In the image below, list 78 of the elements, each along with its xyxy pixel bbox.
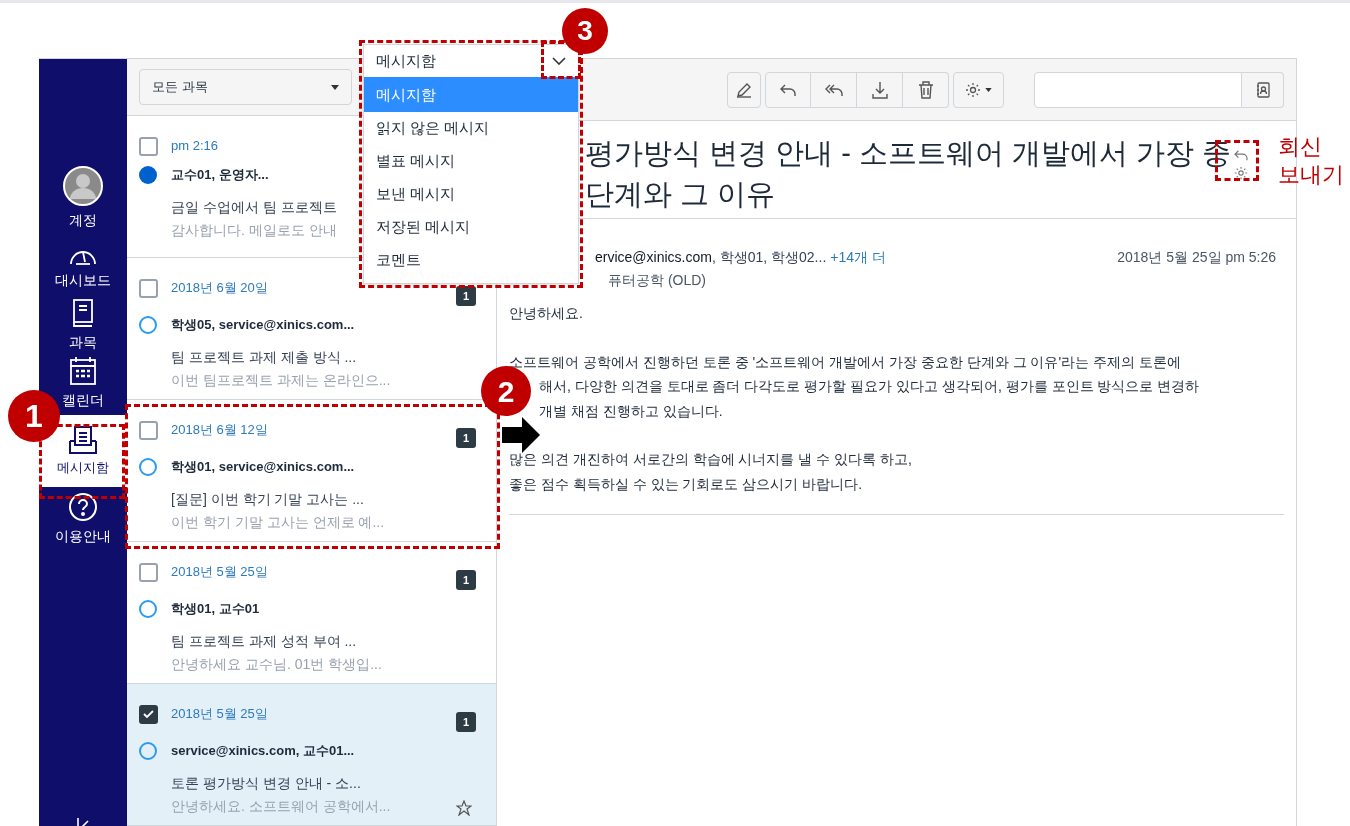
body-text-line: 좋은 점수 획득하실 수 있는 기회로도 삼으시기 바랍니다.	[509, 474, 864, 494]
conversation-subject: 팀 프로젝트 과제 성적 부여 ...	[171, 632, 357, 651]
reply-all-button[interactable]	[811, 71, 858, 108]
right-arrow-icon	[502, 417, 540, 453]
body-text-line: 많은 의견 개진하여 서로간의 학습에 시너지를 낼 수 있다록 하고,	[509, 450, 913, 469]
avatar-icon	[63, 165, 103, 206]
course-name: 퓨터공학 (OLD)	[608, 271, 707, 290]
caret-down-icon	[331, 84, 339, 90]
count-badge: 1	[456, 570, 476, 590]
checkbox[interactable]	[139, 137, 158, 156]
conversation-subject: 팀 프로젝트 과제 제출 방식 ...	[171, 348, 357, 367]
reply-icon	[1233, 149, 1250, 161]
calendar-icon	[69, 355, 97, 386]
conversation-subject: 토론 평가방식 변경 안내 - 소...	[171, 774, 361, 793]
message-subject: 단계와 그 이유	[585, 177, 777, 212]
reply-all-icon	[823, 82, 844, 97]
conversation-date: 2018년 5월 25일	[171, 705, 269, 723]
body-text-line: 개별 채점 진행하고 있습니다.	[538, 401, 724, 421]
step-marker: 3	[562, 8, 608, 54]
conversation-date: 2018년 6월 20일	[171, 279, 269, 297]
book-icon	[71, 297, 95, 328]
star-icon[interactable]	[456, 800, 472, 816]
sender-names: 학생05, service@xinics.com...	[171, 316, 356, 334]
conversation-date: 2018년 5월 25일	[171, 563, 269, 581]
sender-names: service@xinics.com, 교수01...	[171, 742, 356, 760]
checkbox[interactable]	[139, 421, 158, 440]
search-field[interactable]	[1034, 71, 1242, 108]
address-book-button[interactable]	[1242, 71, 1284, 108]
body-text-line: 해서, 다양한 의견을 토대로 좀더 다각도로 평가할 필요가 있다고 생각되어, 평가를 포인트 방식으로 변경하	[538, 377, 1201, 396]
settings-button[interactable]	[1233, 165, 1250, 181]
mailbox-select-value[interactable]: 메시지함	[376, 49, 436, 73]
compose-button[interactable]	[727, 71, 762, 108]
sender-names: 학생01, 교수01	[171, 600, 261, 618]
address-book-icon	[1255, 81, 1270, 98]
archive-button[interactable]	[857, 71, 904, 108]
step-marker: 1	[8, 390, 60, 442]
checkbox[interactable]	[139, 279, 158, 298]
conversation-date: 2018년 6월 12일	[171, 421, 269, 439]
sender-names: 교수01, 운영자...	[171, 166, 270, 184]
checkmark-icon	[143, 710, 154, 719]
message-preview: 이번 팀프로젝트 과제는 온라인으...	[171, 371, 391, 390]
message-date: 2018년 5월 25일 pm 5:26	[1117, 248, 1276, 267]
message-preview: 안녕하세요 교수님. 01번 학생입...	[171, 655, 382, 674]
more-recipients-link[interactable]: +14개 더	[830, 247, 886, 268]
nav-item[interactable]: 이용안내	[39, 490, 127, 548]
checkbox[interactable]	[139, 705, 158, 724]
reply-button[interactable]	[765, 71, 812, 108]
message-preview: 안녕하세요. 소프트웨어 공학에서...	[171, 797, 391, 816]
sender-name: ervice@xinics.com	[595, 248, 712, 267]
conversation-row[interactable]: 2018년 5월 25일 1 service@xinics.com, 교수01... 토론 평가방식 변경 안내 - 소... 안녕하세요. 소프트웨어 공학에서...	[127, 684, 496, 826]
chevron-down-icon	[552, 57, 566, 65]
inbox-icon	[68, 424, 98, 455]
nav-item[interactable]: 대시보드	[39, 238, 127, 296]
conversation-subject: 금일 수업에서 팀 프로젝트	[171, 198, 337, 217]
help-icon	[68, 491, 98, 522]
nav-item[interactable]: 계정	[39, 158, 127, 238]
settings-button[interactable]	[953, 71, 1004, 108]
message-preview: 이번 학기 기말 고사는 언제로 예...	[171, 513, 385, 532]
count-badge: 1	[456, 286, 476, 306]
settings-icon	[965, 81, 982, 98]
trash-icon	[917, 80, 934, 99]
body-text-line: 안녕하세요.	[509, 304, 584, 323]
message-preview: 감사합니다. 메일로도 안내	[171, 221, 337, 240]
conversation-subject: [질문] 이번 학기 기말 고사는 ...	[171, 490, 364, 509]
recipient-list: , 학생01, 학생02...	[711, 247, 827, 268]
count-badge: 1	[456, 428, 476, 448]
checkbox[interactable]	[139, 563, 158, 582]
reply-icon	[779, 82, 798, 97]
count-badge: 1	[456, 712, 476, 732]
nav-item[interactable]: 과목	[39, 296, 127, 354]
caret-down-icon	[985, 87, 993, 92]
settings-icon	[1234, 166, 1249, 180]
sender-names: 학생01, service@xinics.com...	[171, 458, 356, 476]
download-icon	[871, 80, 888, 99]
annotation-label: 회신 보내기	[1278, 133, 1345, 189]
course-select[interactable]: 모든 과목	[139, 69, 352, 105]
conversation-date: pm 2:16	[171, 137, 219, 155]
delete-button[interactable]	[903, 71, 950, 108]
